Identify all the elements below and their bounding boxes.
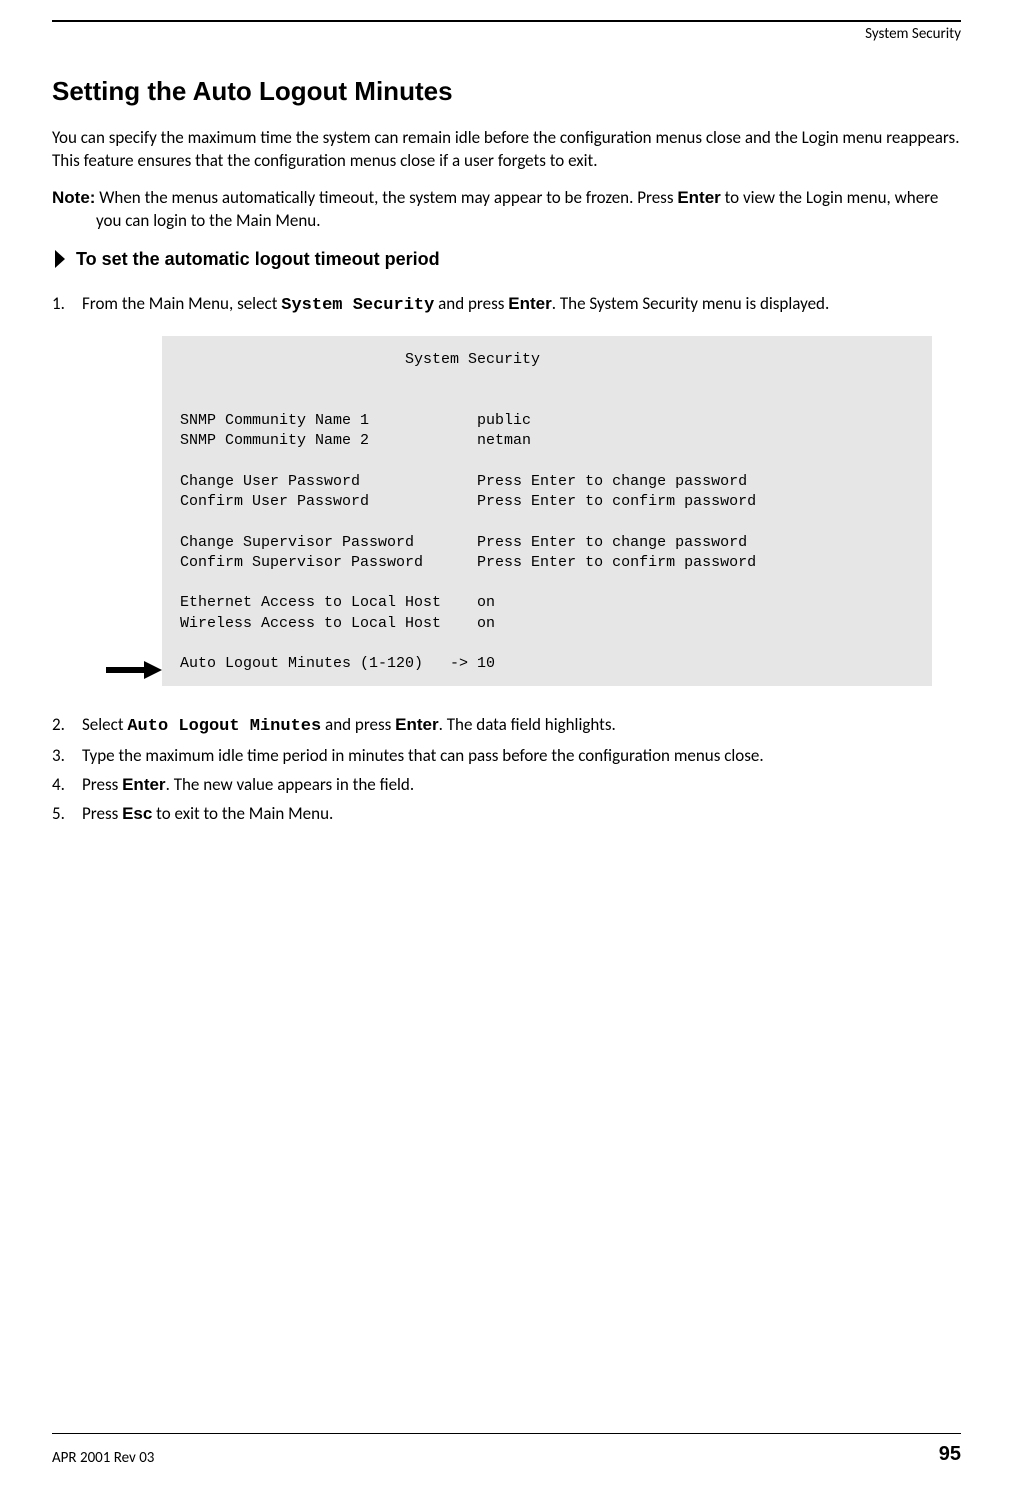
step-key: Esc	[122, 804, 152, 823]
header-rule	[52, 20, 961, 22]
running-header: System Security	[52, 24, 961, 44]
step-text: and press	[321, 714, 395, 735]
step-3: Type the maximum idle time period in min…	[52, 745, 961, 768]
footer-rev: APR 2001 Rev 03	[52, 1448, 154, 1468]
step-text: Select	[82, 714, 127, 735]
arrow-bullet-icon	[52, 249, 68, 269]
step-text: to exit to the Main Menu.	[152, 803, 333, 824]
step-1: From the Main Menu, select System Securi…	[52, 293, 961, 686]
note-label: Note:	[52, 188, 95, 207]
terminal-screenshot: System Security SNMP Community Name 1 pu…	[162, 336, 961, 686]
steps-list: From the Main Menu, select System Securi…	[52, 293, 961, 826]
step-2: Select Auto Logout Minutes and press Ent…	[52, 714, 961, 739]
step-text: . The new value appears in the field.	[166, 774, 415, 795]
step-text: Type the maximum idle time period in min…	[82, 745, 764, 766]
task-heading-label: To set the automatic logout timeout peri…	[76, 247, 440, 271]
footer-rule	[52, 1433, 961, 1434]
page-footer: APR 2001 Rev 03 95	[52, 1441, 961, 1468]
note-text-1: When the menus automatically timeout, th…	[99, 187, 677, 208]
step-4: Press Enter. The new value appears in th…	[52, 774, 961, 797]
section-title: Setting the Auto Logout Minutes	[52, 74, 961, 109]
step-text: Press	[82, 774, 122, 795]
step-mono: System Security	[281, 296, 434, 315]
step-mono: Auto Logout Minutes	[127, 717, 321, 736]
terminal-output: System Security SNMP Community Name 1 pu…	[162, 336, 932, 686]
footer-page-number: 95	[939, 1441, 961, 1468]
step-text: . The data field highlights.	[439, 714, 616, 735]
task-heading: To set the automatic logout timeout peri…	[52, 247, 961, 271]
step-text: and press	[434, 293, 508, 314]
step-text: Press	[82, 803, 122, 824]
note-block: Note: When the menus automatically timeo…	[52, 187, 961, 233]
page: System Security Setting the Auto Logout …	[0, 0, 1013, 1496]
pointer-arrow-icon	[106, 661, 162, 679]
note-key-enter: Enter	[677, 188, 720, 207]
step-5: Press Esc to exit to the Main Menu.	[52, 803, 961, 826]
step-key: Enter	[508, 294, 551, 313]
step-key: Enter	[122, 775, 165, 794]
step-text: From the Main Menu, select	[82, 293, 281, 314]
step-key: Enter	[395, 715, 438, 734]
intro-paragraph: You can specify the maximum time the sys…	[52, 127, 961, 173]
step-text: . The System Security menu is displayed.	[552, 293, 830, 314]
